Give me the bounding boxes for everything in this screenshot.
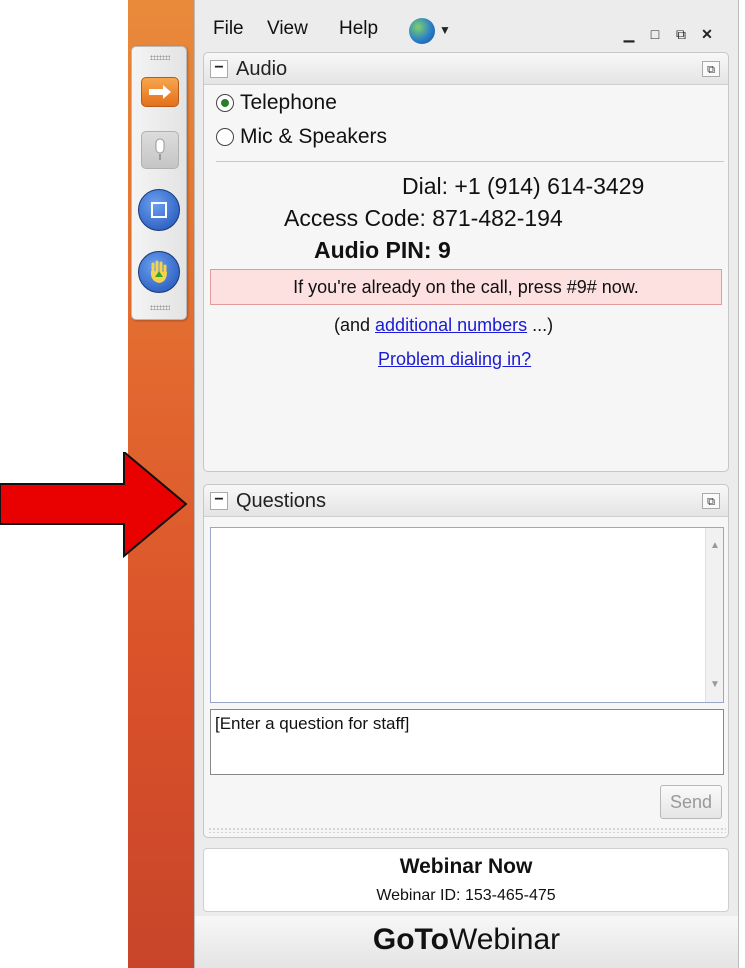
audio-panel: − Audio ⧉ Telephone Mic & Speakers Dial:… [203, 52, 729, 472]
popout-questions-icon[interactable]: ⧉ [702, 493, 720, 509]
popout-audio-icon[interactable]: ⧉ [702, 61, 720, 77]
additional-suffix: ...) [527, 315, 554, 335]
radio-mic-speakers[interactable]: Mic & Speakers [216, 125, 387, 149]
screen-icon [151, 202, 167, 218]
dial-label: Dial: [402, 173, 449, 199]
screen-share-button[interactable] [138, 189, 180, 231]
audio-pin-row: Audio PIN: 9 [314, 237, 451, 264]
audio-divider [216, 161, 724, 162]
dial-row: Dial: +1 (914) 614-3429 [402, 173, 644, 200]
gotowebinar-window: File View Help ▼ ▁ □ ⧉ ✕ − Audio ⧉ Telep… [194, 0, 739, 968]
radio-telephone[interactable]: Telephone [216, 91, 337, 115]
send-button[interactable]: Send [660, 785, 722, 819]
questions-title: Questions [236, 490, 327, 512]
chevron-down-icon[interactable]: ▼ [439, 23, 451, 37]
globe-icon[interactable] [409, 18, 435, 44]
arrow-right-icon [149, 85, 171, 99]
raise-hand-icon [150, 260, 167, 283]
menu-help[interactable]: Help [339, 18, 378, 40]
gotowebinar-logo: GoToWebinar [195, 916, 738, 968]
resize-dots[interactable] [208, 827, 726, 833]
audio-title: Audio [236, 58, 288, 80]
radio-selected-icon [216, 94, 234, 112]
access-code-label: Access Code: [284, 205, 426, 231]
restore-icon[interactable]: □ [645, 24, 665, 44]
problem-dialing-line: Problem dialing in? [378, 349, 531, 370]
raise-hand-button[interactable] [138, 251, 180, 293]
show-hide-panel-button[interactable] [141, 77, 179, 107]
already-on-call-alert: If you're already on the call, press #9#… [210, 269, 722, 305]
radio-unselected-icon [216, 128, 234, 146]
menu-bar: File View Help ▼ ▁ □ ⧉ ✕ [195, 10, 738, 48]
access-code-row: Access Code: 871-482-194 [284, 205, 563, 232]
questions-panel: − Questions ⧉ ▲ ▼ [Enter a question for … [203, 484, 729, 838]
close-icon[interactable]: ✕ [697, 24, 717, 44]
radio-telephone-label: Telephone [240, 91, 337, 114]
red-arrow-pointer [0, 452, 188, 559]
grip-top[interactable] [150, 55, 170, 60]
control-grab-tab [131, 46, 187, 320]
scroll-down-icon[interactable]: ▼ [706, 679, 724, 690]
brand-goto: GoTo [372, 923, 449, 956]
menu-file[interactable]: File [213, 18, 244, 40]
audio-header: − Audio ⧉ [204, 53, 728, 85]
screenshot: File View Help ▼ ▁ □ ⧉ ✕ − Audio ⧉ Telep… [0, 0, 745, 968]
dial-value: +1 (914) 614-3429 [454, 173, 645, 199]
microphone-icon [155, 138, 165, 160]
webinar-id: Webinar ID: 153-465-475 [376, 887, 556, 904]
menu-view[interactable]: View [267, 18, 308, 40]
audio-pin-label: Audio PIN: [314, 237, 432, 263]
audio-pin-value: 9 [437, 237, 451, 263]
collapse-questions-button[interactable]: − [210, 492, 228, 510]
questions-header: − Questions ⧉ [204, 485, 728, 517]
problem-dialing-link[interactable]: Problem dialing in? [378, 349, 531, 369]
radio-mic-speakers-label: Mic & Speakers [240, 125, 388, 148]
mic-button[interactable] [141, 131, 179, 169]
webinar-title: Webinar Now [399, 855, 533, 878]
additional-numbers-line: (and additional numbers ...) [334, 315, 553, 336]
brand-webinar: Webinar [448, 923, 561, 956]
scroll-up-icon[interactable]: ▲ [706, 540, 724, 551]
access-code-value: 871-482-194 [432, 205, 563, 231]
question-input[interactable]: [Enter a question for staff] [210, 709, 724, 775]
additional-prefix: (and [334, 315, 376, 335]
questions-log[interactable]: ▲ ▼ [210, 527, 724, 703]
popout-icon[interactable]: ⧉ [671, 24, 691, 44]
additional-numbers-link[interactable]: additional numbers [375, 315, 527, 335]
collapse-audio-button[interactable]: − [210, 60, 228, 78]
webinar-info: Webinar Now Webinar ID: 153-465-475 [203, 848, 729, 912]
minimize-icon[interactable]: ▁ [619, 24, 639, 44]
questions-scrollbar[interactable]: ▲ ▼ [705, 528, 723, 702]
grip-bottom[interactable] [150, 305, 170, 310]
